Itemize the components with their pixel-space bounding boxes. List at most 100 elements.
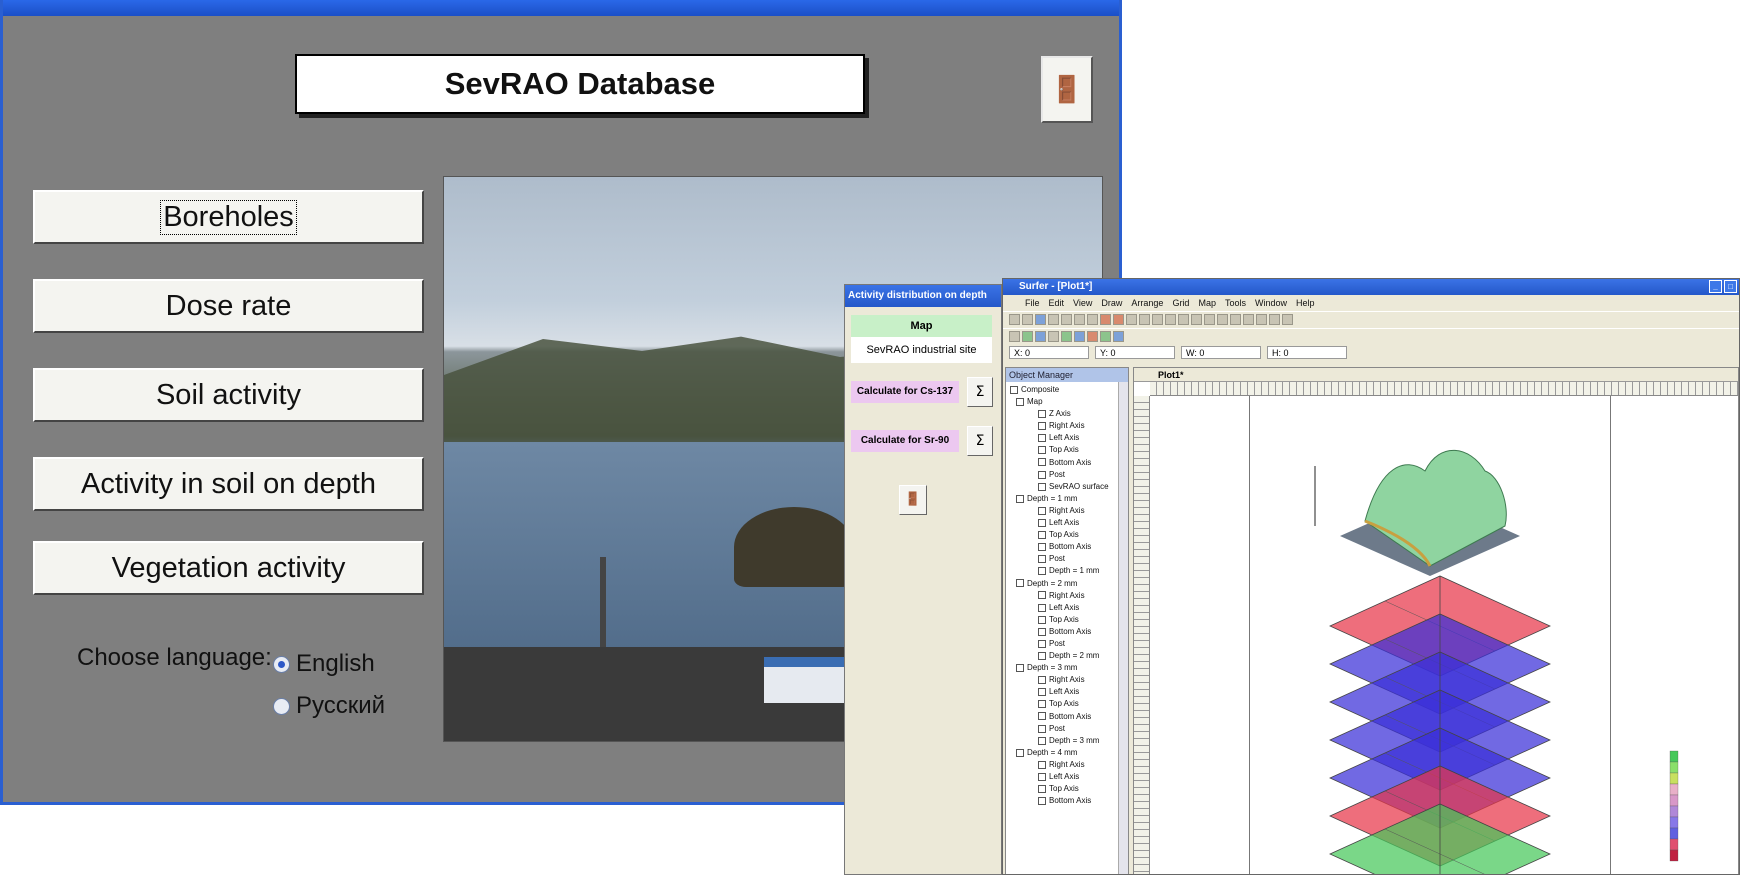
soil-activity-button[interactable]: Soil activity	[33, 368, 424, 422]
redo-icon[interactable]	[1113, 314, 1124, 325]
shaded-relief-icon[interactable]	[1074, 331, 1085, 342]
tree-item[interactable]: Depth = 1 mm	[1010, 565, 1128, 577]
checkbox-icon[interactable]	[1038, 676, 1046, 685]
checkbox-icon[interactable]	[1038, 422, 1046, 431]
tree-item[interactable]: Post	[1010, 469, 1128, 481]
map-select[interactable]: SevRAO industrial site	[851, 337, 992, 363]
menu-file[interactable]: File	[1025, 295, 1040, 311]
plot-tab[interactable]: Plot1*	[1134, 368, 1738, 382]
dialog-exit-button[interactable]: 🚪	[899, 485, 927, 515]
ellipse-icon[interactable]	[1282, 314, 1293, 325]
checkbox-icon[interactable]	[1038, 784, 1046, 793]
tree-item[interactable]: Depth = 1 mm	[1010, 493, 1128, 505]
image-map-icon[interactable]	[1061, 331, 1072, 342]
save-icon[interactable]	[1035, 314, 1046, 325]
tree-item[interactable]: Top Axis	[1010, 529, 1128, 541]
rounded-rect-icon[interactable]	[1269, 314, 1280, 325]
checkbox-icon[interactable]	[1038, 651, 1046, 660]
tree-item[interactable]: Depth = 2 mm	[1010, 578, 1128, 590]
menu-edit[interactable]: Edit	[1049, 295, 1065, 311]
tree-item[interactable]: Right Axis	[1010, 674, 1128, 686]
open-icon[interactable]	[1022, 314, 1033, 325]
checkbox-icon[interactable]	[1038, 458, 1046, 467]
pan-icon[interactable]	[1191, 314, 1202, 325]
tree-item[interactable]: Left Axis	[1010, 432, 1128, 444]
tree-item[interactable]: Depth = 3 mm	[1010, 662, 1128, 674]
calc-sr90-button[interactable]: Σ	[967, 426, 993, 456]
zoom-out-icon[interactable]	[1152, 314, 1163, 325]
menu-map[interactable]: Map	[1198, 295, 1216, 311]
maximize-icon[interactable]: □	[1724, 280, 1737, 293]
vegetation-activity-button[interactable]: Vegetation activity	[33, 541, 424, 595]
base-map-icon[interactable]	[1035, 331, 1046, 342]
tree-item[interactable]: Bottom Axis	[1010, 626, 1128, 638]
tree-item[interactable]: Left Axis	[1010, 686, 1128, 698]
tree-item[interactable]: Left Axis	[1010, 602, 1128, 614]
checkbox-icon[interactable]	[1038, 712, 1046, 721]
checkbox-icon[interactable]	[1038, 760, 1046, 769]
tree-item[interactable]: Top Axis	[1010, 444, 1128, 456]
coord-w[interactable]: W: 0	[1181, 346, 1261, 359]
undo-icon[interactable]	[1100, 314, 1111, 325]
minimize-icon[interactable]: _	[1709, 280, 1722, 293]
tree-item[interactable]: Post	[1010, 723, 1128, 735]
menu-view[interactable]: View	[1073, 295, 1092, 311]
new-icon[interactable]	[1009, 314, 1020, 325]
tree-item[interactable]: Top Axis	[1010, 698, 1128, 710]
checkbox-icon[interactable]	[1038, 482, 1046, 491]
cut-icon[interactable]	[1061, 314, 1072, 325]
checkbox-icon[interactable]	[1038, 797, 1046, 806]
object-manager-scrollbar[interactable]	[1118, 382, 1128, 874]
menu-tools[interactable]: Tools	[1225, 295, 1246, 311]
tree-item[interactable]: Bottom Axis	[1010, 457, 1128, 469]
zoom-fit-icon[interactable]	[1165, 314, 1176, 325]
checkbox-icon[interactable]	[1038, 772, 1046, 781]
checkbox-icon[interactable]	[1038, 736, 1046, 745]
checkbox-icon[interactable]	[1038, 434, 1046, 443]
checkbox-icon[interactable]	[1038, 446, 1046, 455]
dose-rate-button[interactable]: Dose rate	[33, 279, 424, 333]
tree-item[interactable]: Top Axis	[1010, 783, 1128, 795]
radio-english[interactable]: English	[273, 650, 375, 678]
post-map-icon[interactable]	[1048, 331, 1059, 342]
menu-grid[interactable]: Grid	[1172, 295, 1189, 311]
tree-item[interactable]: Left Axis	[1010, 771, 1128, 783]
coord-y[interactable]: Y: 0	[1095, 346, 1175, 359]
tree-item[interactable]: Right Axis	[1010, 505, 1128, 517]
checkbox-icon[interactable]	[1038, 531, 1046, 540]
select-icon[interactable]	[1126, 314, 1137, 325]
tree-item[interactable]: Bottom Axis	[1010, 795, 1128, 807]
menu-draw[interactable]: Draw	[1101, 295, 1122, 311]
text-icon[interactable]	[1204, 314, 1215, 325]
checkbox-icon[interactable]	[1016, 748, 1024, 757]
checkbox-icon[interactable]	[1038, 700, 1046, 709]
tree-item[interactable]: Bottom Axis	[1010, 541, 1128, 553]
boreholes-button[interactable]: Boreholes	[33, 190, 424, 244]
checkbox-icon[interactable]	[1010, 385, 1018, 394]
polyline-icon[interactable]	[1230, 314, 1241, 325]
checkbox-icon[interactable]	[1016, 494, 1024, 503]
checkbox-icon[interactable]	[1038, 555, 1046, 564]
tree-item[interactable]: Right Axis	[1010, 759, 1128, 771]
tree-item[interactable]: Z Axis	[1010, 408, 1128, 420]
tree-item[interactable]: Left Axis	[1010, 517, 1128, 529]
tree-item[interactable]: SevRAO surface	[1010, 481, 1128, 493]
tree-item[interactable]: Depth = 3 mm	[1010, 735, 1128, 747]
vector-map-icon[interactable]	[1087, 331, 1098, 342]
symbol-icon[interactable]	[1243, 314, 1254, 325]
checkbox-icon[interactable]	[1038, 591, 1046, 600]
tree-item[interactable]: Composite	[1010, 384, 1128, 396]
surface-map-icon[interactable]	[1113, 331, 1124, 342]
tree-item[interactable]: Map	[1010, 396, 1128, 408]
checkbox-icon[interactable]	[1038, 506, 1046, 515]
tree-item[interactable]: Depth = 4 mm	[1010, 747, 1128, 759]
tree-item[interactable]: Right Axis	[1010, 590, 1128, 602]
checkbox-icon[interactable]	[1038, 567, 1046, 576]
checkbox-icon[interactable]	[1038, 603, 1046, 612]
checkbox-icon[interactable]	[1038, 627, 1046, 636]
zoom-page-icon[interactable]	[1178, 314, 1189, 325]
tree-item[interactable]: Post	[1010, 638, 1128, 650]
checkbox-icon[interactable]	[1038, 639, 1046, 648]
checkbox-icon[interactable]	[1038, 470, 1046, 479]
coord-x[interactable]: X: 0	[1009, 346, 1089, 359]
